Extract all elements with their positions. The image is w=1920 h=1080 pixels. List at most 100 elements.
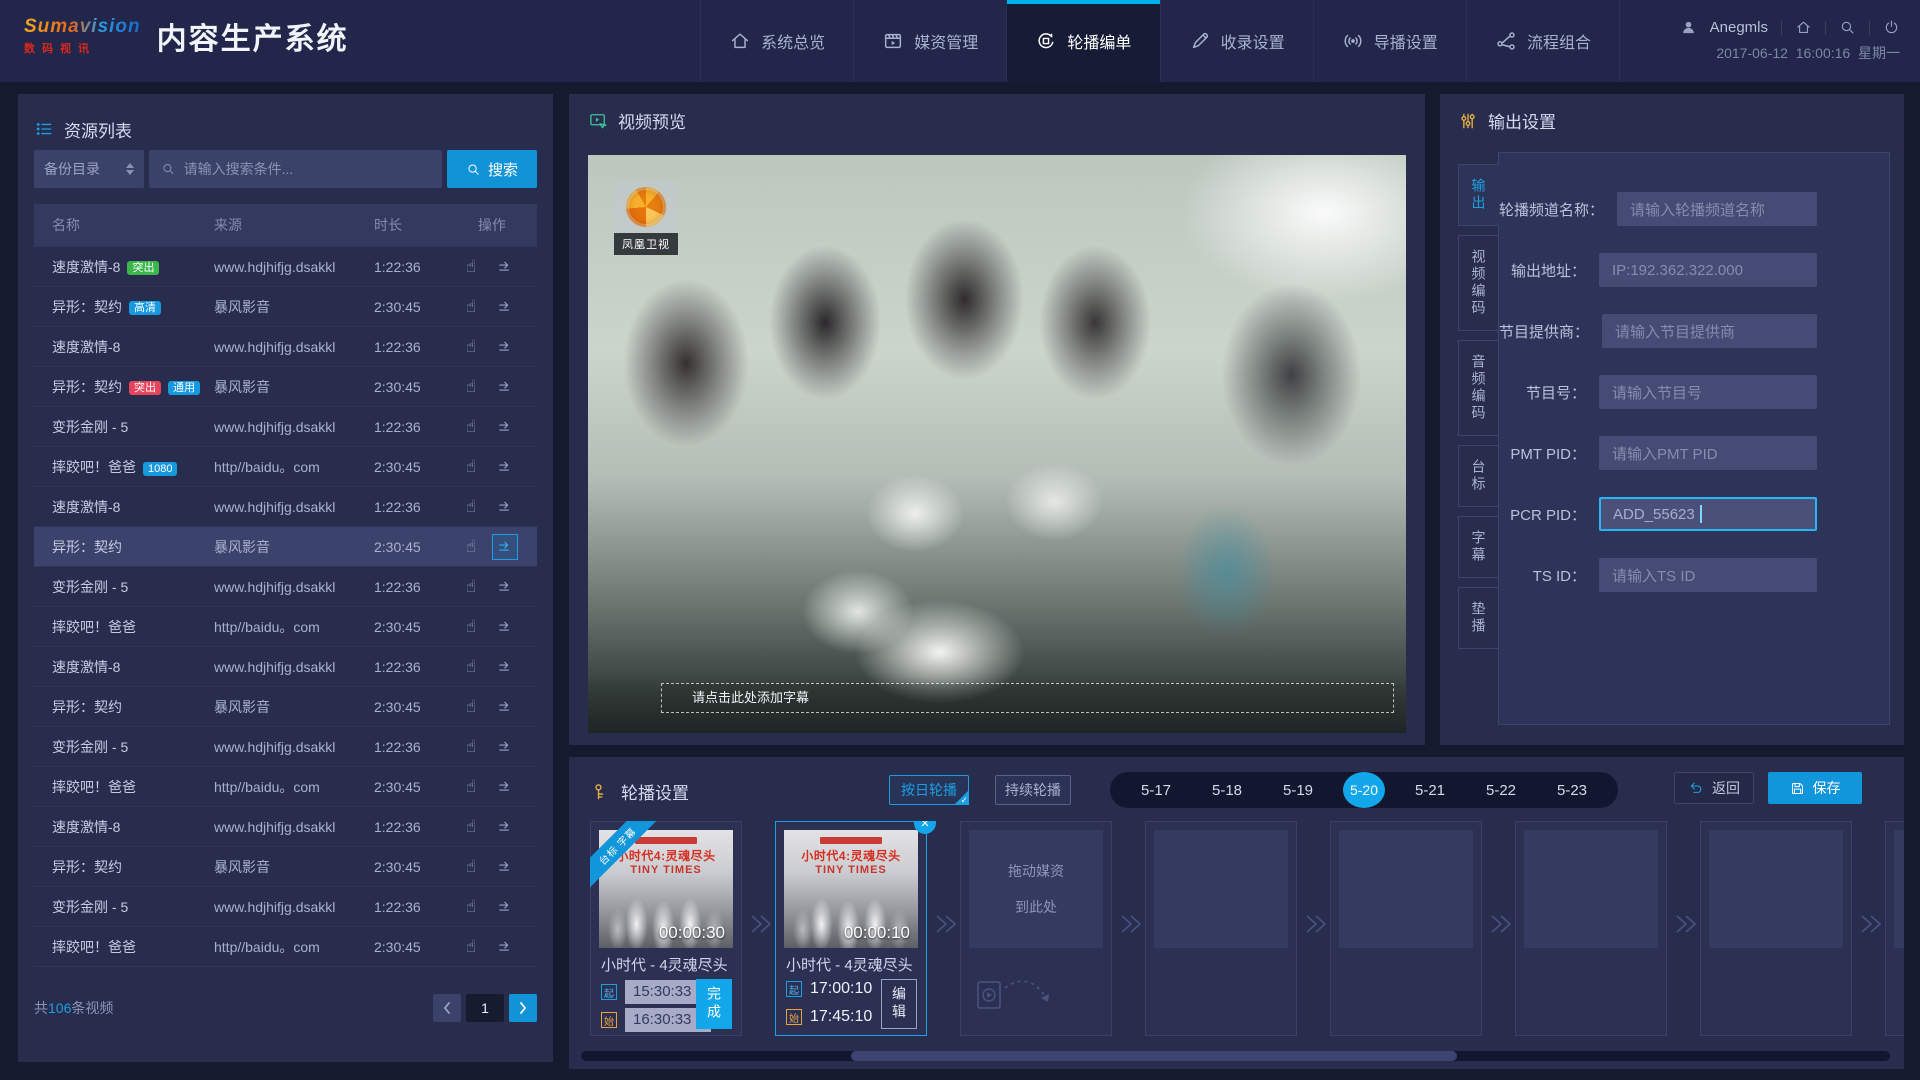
table-row[interactable]: 摔跤吧！爸爸 http//baidu。com 2:30:45 ☝ — [34, 766, 537, 806]
output-tab[interactable]: 垫播 — [1458, 587, 1499, 649]
table-row[interactable]: 变形金刚 - 5 www.hdjhifjg.dsakkl 1:22:36 ☝ — [34, 406, 537, 446]
playlist-card[interactable]: ✕ 小时代4:灵魂尽头 TINY TIMES 00:00:10 小时代 - 4灵… — [775, 821, 927, 1036]
output-tab[interactable]: 输出 — [1458, 164, 1499, 226]
hand-pointer-icon[interactable]: ☝ — [466, 658, 476, 675]
field-input[interactable]: 请输入节目号 — [1599, 375, 1817, 409]
table-row[interactable]: 变形金刚 - 5 www.hdjhifjg.dsakkl 1:22:36 ☝ — [34, 726, 537, 766]
table-row[interactable]: 速度激情-8 www.hdjhifjg.dsakkl 1:22:36 ☝ — [34, 806, 537, 846]
add-to-playlist-icon[interactable] — [492, 534, 518, 560]
playlist-card[interactable]: 台标 字幕 小时代4:灵魂尽头 TINY TIMES 00:00:30 小时代 … — [590, 821, 742, 1036]
playlist-card[interactable] — [1700, 821, 1852, 1036]
field-input[interactable]: 请输入轮播频道名称 — [1617, 192, 1817, 226]
add-to-playlist-icon[interactable] — [492, 854, 518, 880]
add-subtitle-bar[interactable]: 请点击此处添加字幕 — [661, 683, 1394, 713]
nav-tab[interactable]: 导播设置 — [1313, 0, 1466, 82]
hand-pointer-icon[interactable]: ☝ — [466, 618, 476, 635]
table-row[interactable]: 异形：契约 暴风影音 2:30:45 ☝ — [34, 526, 537, 566]
continuous-loop-button[interactable]: 持续轮播 — [995, 775, 1071, 805]
add-to-playlist-icon[interactable] — [492, 294, 518, 320]
drop-zone[interactable]: 拖动媒资 到此处 — [969, 830, 1103, 948]
table-row[interactable]: 速度激情-8 www.hdjhifjg.dsakkl 1:22:36 ☝ — [34, 326, 537, 366]
hand-pointer-icon[interactable]: ☝ — [466, 898, 476, 915]
nav-tab[interactable]: 轮播编单 — [1006, 0, 1159, 82]
search-input[interactable] — [184, 161, 430, 177]
field-input[interactable]: 请输入TS ID — [1599, 558, 1817, 592]
nav-tab[interactable]: 收录设置 — [1160, 0, 1313, 82]
add-to-playlist-icon[interactable] — [492, 334, 518, 360]
done-button[interactable]: 完成 — [696, 979, 732, 1029]
table-row[interactable]: 变形金刚 - 5 www.hdjhifjg.dsakkl 1:22:36 ☝ — [34, 566, 537, 606]
hand-pointer-icon[interactable]: ☝ — [466, 378, 476, 395]
hand-pointer-icon[interactable]: ☝ — [466, 578, 476, 595]
video-player[interactable]: 凤凰卫视 请点击此处添加字幕 — [588, 155, 1406, 733]
nav-tab[interactable]: 媒资管理 — [853, 0, 1006, 82]
hand-pointer-icon[interactable]: ☝ — [466, 258, 476, 275]
playlist-card[interactable] — [1885, 821, 1904, 1036]
next-page-button[interactable] — [509, 994, 537, 1022]
date-tab[interactable]: 5-23 — [1546, 782, 1598, 799]
date-tab[interactable]: 5-22 — [1475, 782, 1527, 799]
edit-button[interactable]: 编辑 — [881, 979, 917, 1029]
table-row[interactable]: 变形金刚 - 5 www.hdjhifjg.dsakkl 1:22:36 ☝ — [34, 886, 537, 926]
nav-tab[interactable]: 流程组合 — [1466, 0, 1620, 82]
date-tab[interactable]: 5-17 — [1130, 782, 1182, 799]
add-to-playlist-icon[interactable] — [492, 654, 518, 680]
hand-pointer-icon[interactable]: ☝ — [466, 338, 476, 355]
add-to-playlist-icon[interactable] — [492, 814, 518, 840]
prev-page-button[interactable] — [433, 994, 461, 1022]
add-to-playlist-icon[interactable] — [492, 454, 518, 480]
hand-pointer-icon[interactable]: ☝ — [466, 778, 476, 795]
output-tab[interactable]: 视频编码 — [1458, 235, 1499, 331]
table-row[interactable]: 异形：契约 突出通用 暴风影音 2:30:45 ☝ — [34, 366, 537, 406]
hand-pointer-icon[interactable]: ☝ — [466, 738, 476, 755]
add-to-playlist-icon[interactable] — [492, 254, 518, 280]
directory-select[interactable]: 备份目录 — [34, 150, 144, 188]
playlist-card[interactable] — [1515, 821, 1667, 1036]
end-time[interactable]: 17:45:10 — [810, 1008, 872, 1026]
search-icon[interactable] — [1839, 19, 1856, 36]
hand-pointer-icon[interactable]: ☝ — [466, 938, 476, 955]
playlist-card[interactable] — [1145, 821, 1297, 1036]
add-to-playlist-icon[interactable] — [492, 894, 518, 920]
save-button[interactable]: 保存 — [1768, 772, 1862, 804]
search-button[interactable]: 搜索 — [447, 150, 537, 188]
hand-pointer-icon[interactable]: ☝ — [466, 698, 476, 715]
nav-tab[interactable]: 系统总览 — [700, 0, 853, 82]
hand-pointer-icon[interactable]: ☝ — [466, 858, 476, 875]
hand-pointer-icon[interactable]: ☝ — [466, 418, 476, 435]
hand-pointer-icon[interactable]: ☝ — [466, 538, 476, 555]
add-to-playlist-icon[interactable] — [492, 614, 518, 640]
power-icon[interactable] — [1883, 19, 1900, 36]
hand-pointer-icon[interactable]: ☝ — [466, 458, 476, 475]
add-to-playlist-icon[interactable] — [492, 734, 518, 760]
home-icon[interactable] — [1795, 19, 1812, 36]
hand-pointer-icon[interactable]: ☝ — [466, 298, 476, 315]
field-input[interactable]: 请输入PMT PID — [1599, 436, 1817, 470]
table-row[interactable]: 摔跤吧！爸爸 http//baidu。com 2:30:45 ☝ — [34, 606, 537, 646]
scrollbar-thumb[interactable] — [851, 1051, 1457, 1061]
hand-pointer-icon[interactable]: ☝ — [466, 818, 476, 835]
table-row[interactable]: 异形：契约 暴风影音 2:30:45 ☝ — [34, 846, 537, 886]
add-to-playlist-icon[interactable] — [492, 774, 518, 800]
add-to-playlist-icon[interactable] — [492, 374, 518, 400]
output-tab[interactable]: 字幕 — [1458, 516, 1499, 578]
table-row[interactable]: 异形：契约 高清 暴风影音 2:30:45 ☝ — [34, 286, 537, 326]
start-time[interactable]: 17:00:10 — [810, 980, 872, 998]
table-row[interactable]: 摔跤吧！爸爸 http//baidu。com 2:30:45 ☝ — [34, 926, 537, 966]
table-row[interactable]: 速度激情-8 www.hdjhifjg.dsakkl 1:22:36 ☝ — [34, 486, 537, 526]
field-input[interactable]: 请输入节目提供商 — [1602, 314, 1817, 348]
add-to-playlist-icon[interactable] — [492, 414, 518, 440]
date-tab[interactable]: 5-19 — [1272, 782, 1324, 799]
daily-loop-button[interactable]: 按日轮播 ✓ — [889, 775, 969, 805]
hand-pointer-icon[interactable]: ☝ — [466, 498, 476, 515]
add-to-playlist-icon[interactable] — [492, 494, 518, 520]
add-to-playlist-icon[interactable] — [492, 694, 518, 720]
playlist-card[interactable]: 拖动媒资 到此处 — [960, 821, 1112, 1036]
table-row[interactable]: 速度激情-8 www.hdjhifjg.dsakkl 1:22:36 ☝ — [34, 646, 537, 686]
table-row[interactable]: 速度激情-8 突出 www.hdjhifjg.dsakkl 1:22:36 ☝ — [34, 246, 537, 286]
date-tab[interactable]: 5-21 — [1404, 782, 1456, 799]
date-tab[interactable]: 5-18 — [1201, 782, 1253, 799]
table-row[interactable]: 摔跤吧！爸爸 1080 http//baidu。com 2:30:45 ☝ — [34, 446, 537, 486]
add-to-playlist-icon[interactable] — [492, 574, 518, 600]
field-input[interactable]: IP:192.362.322.000 — [1599, 253, 1817, 287]
